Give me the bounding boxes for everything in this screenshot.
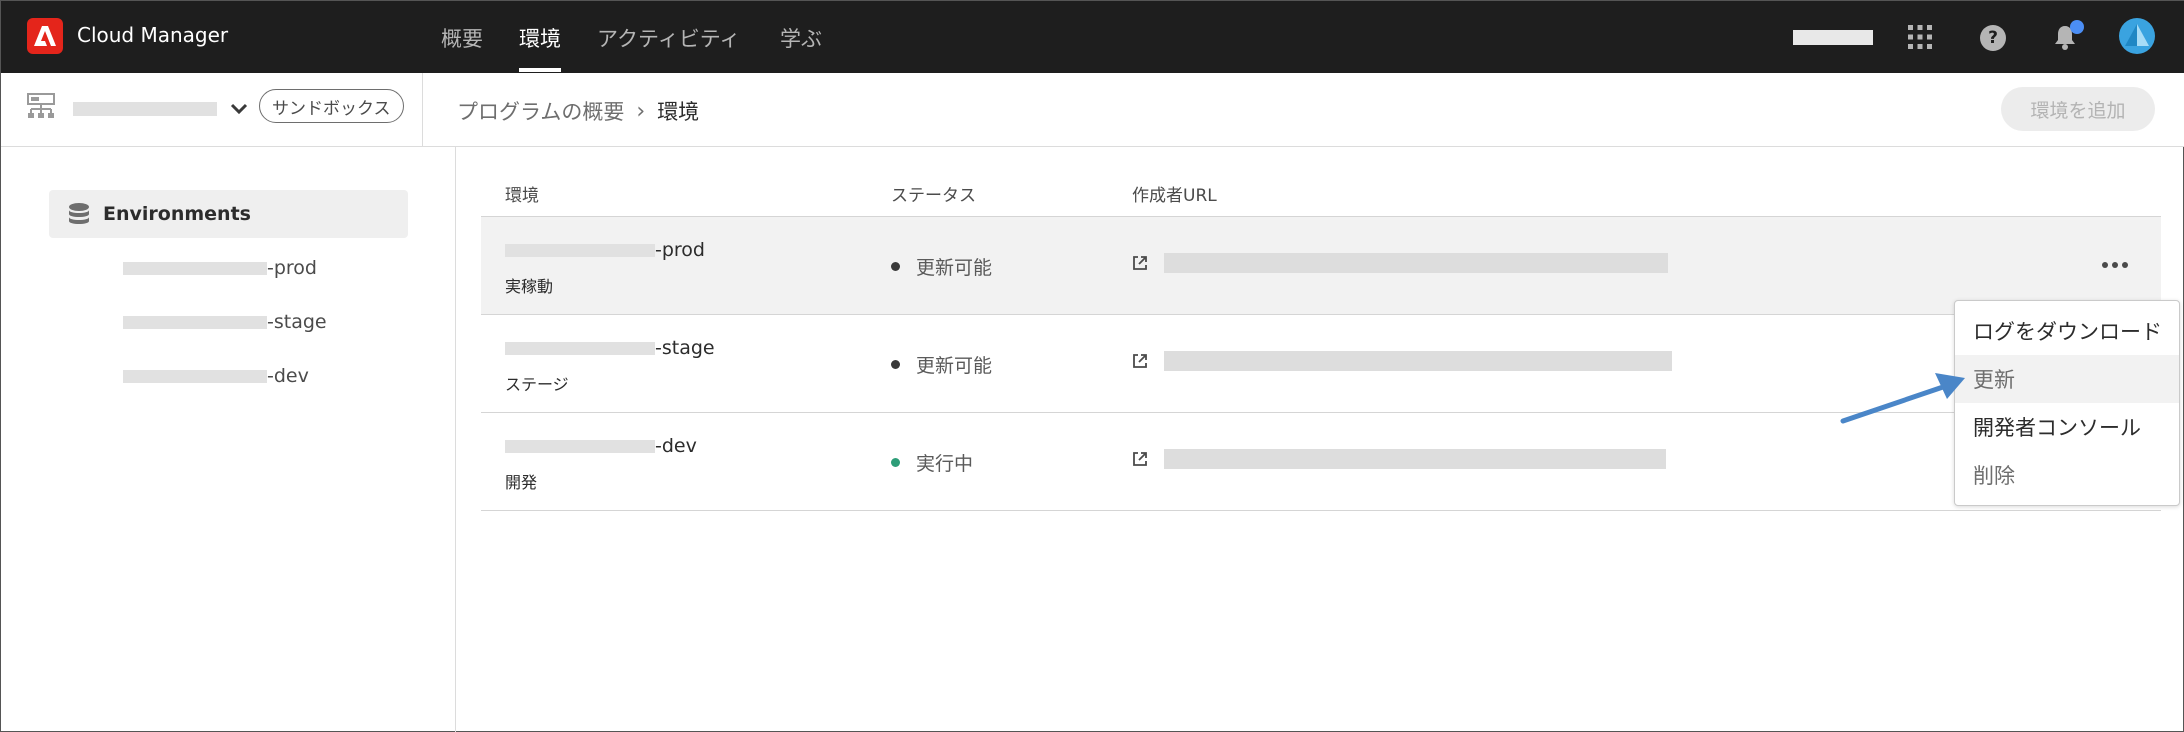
- tab-overview[interactable]: 概要: [441, 23, 483, 53]
- env-name[interactable]: -dev: [505, 435, 697, 457]
- env-type: 実稼動: [505, 277, 554, 296]
- env-type: ステージ: [505, 375, 569, 394]
- program-icon: [27, 93, 55, 118]
- notification-badge: [2070, 20, 2084, 34]
- menu-item-download-logs[interactable]: ログをダウンロード: [1955, 307, 2179, 355]
- more-actions-icon[interactable]: [2097, 253, 2133, 277]
- sidebar-heading-label: Environments: [103, 203, 251, 225]
- env-name-redacted: [505, 341, 655, 355]
- table-row[interactable]: -dev 開発 実行中: [481, 413, 2161, 511]
- env-name-suffix: -prod: [655, 239, 705, 261]
- sidebar-env-prod[interactable]: -prod: [123, 257, 317, 279]
- url-redacted[interactable]: [1164, 351, 1672, 371]
- app-title[interactable]: Cloud Manager: [77, 23, 228, 47]
- adobe-logo-icon[interactable]: [27, 18, 63, 54]
- status-dot-icon: [891, 458, 900, 467]
- env-status: 更新可能: [891, 253, 992, 280]
- column-header-environment: 環境: [505, 186, 539, 206]
- menu-item-update[interactable]: 更新: [1955, 355, 2179, 403]
- url-redacted[interactable]: [1164, 449, 1666, 469]
- apps-grid-icon[interactable]: [1908, 25, 1932, 49]
- external-link-icon: [1133, 452, 1147, 466]
- status-label: 更新可能: [916, 257, 993, 279]
- sidebar-env-suffix: -prod: [267, 257, 317, 279]
- env-name-suffix: -dev: [655, 435, 697, 457]
- breadcrumb-program-overview[interactable]: プログラムの概要: [457, 96, 624, 126]
- menu-item-developer-console[interactable]: 開発者コンソール: [1955, 403, 2179, 451]
- column-header-status: ステータス: [891, 186, 976, 206]
- status-dot-icon: [891, 360, 900, 369]
- menu-item-delete[interactable]: 削除: [1955, 451, 2179, 499]
- sidebar-env-suffix: -dev: [267, 365, 309, 387]
- status-dot-icon: [891, 262, 900, 271]
- program-header: サンドボックス プログラムの概要 › 環境 環境を追加: [1, 73, 2184, 147]
- annotation-arrow-icon: [1840, 373, 1965, 424]
- breadcrumb-current: 環境: [657, 100, 700, 124]
- author-url[interactable]: [1132, 351, 1672, 371]
- avatar[interactable]: [2119, 18, 2155, 54]
- breadcrumb-separator: ›: [636, 98, 646, 124]
- env-name-redacted: [123, 261, 267, 275]
- author-url[interactable]: [1132, 253, 1668, 273]
- column-header-author-url: 作成者URL: [1132, 186, 1217, 206]
- env-name-redacted: [123, 369, 267, 383]
- env-name-redacted: [505, 439, 655, 453]
- author-url[interactable]: [1132, 449, 1666, 469]
- sandbox-badge: サンドボックス: [259, 89, 404, 123]
- add-environment-button[interactable]: 環境を追加: [2001, 87, 2155, 131]
- table-header: 環境 ステータス 作成者URL: [481, 175, 2161, 217]
- env-status: 更新可能: [891, 351, 992, 378]
- sidebar-env-suffix: -stage: [267, 311, 327, 333]
- external-link-icon: [1133, 256, 1147, 270]
- program-name-redacted[interactable]: [73, 102, 217, 116]
- url-redacted[interactable]: [1164, 253, 1668, 273]
- sidebar-env-stage[interactable]: -stage: [123, 311, 327, 333]
- org-name-redacted[interactable]: [1793, 30, 1873, 45]
- external-link-icon: [1133, 354, 1147, 368]
- table-row[interactable]: -prod 実稼動 更新可能: [481, 217, 2161, 315]
- tab-learn[interactable]: 学ぶ: [780, 23, 822, 53]
- help-icon[interactable]: ?: [1980, 25, 2006, 51]
- sidebar-item-environments[interactable]: Environments: [49, 190, 408, 238]
- sidebar-env-dev[interactable]: -dev: [123, 365, 309, 387]
- env-type: 開発: [505, 473, 538, 492]
- divider: [422, 73, 423, 147]
- tab-environments[interactable]: 環境: [519, 23, 561, 53]
- env-status: 実行中: [891, 449, 973, 476]
- database-icon: [69, 203, 89, 224]
- tab-activity[interactable]: アクティビティ: [597, 23, 740, 53]
- status-label: 更新可能: [916, 355, 993, 377]
- breadcrumb: プログラムの概要 › 環境: [457, 96, 699, 126]
- sidebar: Environments -prod -stage -dev: [1, 147, 456, 732]
- env-name[interactable]: -stage: [505, 337, 715, 359]
- active-tab-indicator: [519, 68, 561, 72]
- env-name-suffix: -stage: [655, 337, 715, 359]
- env-name-redacted: [123, 315, 267, 329]
- top-nav-bar: Cloud Manager 概要 環境 アクティビティ 学ぶ ?: [1, 1, 2184, 73]
- env-name[interactable]: -prod: [505, 239, 705, 261]
- chevron-down-icon[interactable]: [229, 101, 249, 117]
- status-label: 実行中: [916, 453, 974, 475]
- env-name-redacted: [505, 243, 655, 257]
- actions-menu: ログをダウンロード 更新 開発者コンソール 削除: [1954, 300, 2180, 506]
